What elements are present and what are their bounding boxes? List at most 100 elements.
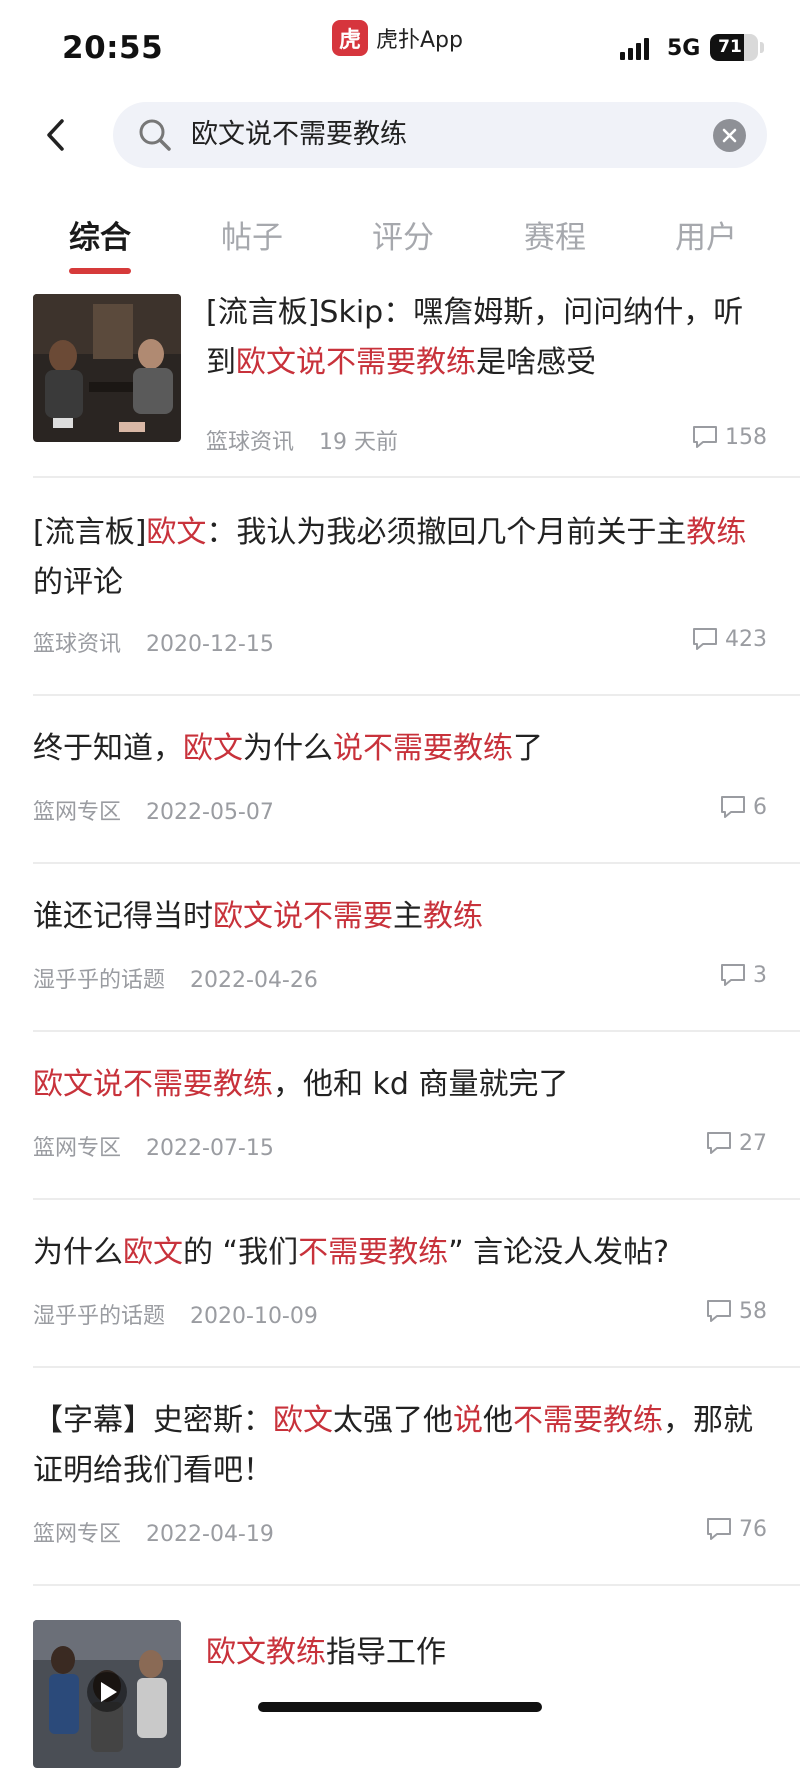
app-indicator: 虎 虎扑App <box>332 18 463 58</box>
result-source: 篮网专区 <box>33 800 122 825</box>
result-item[interactable]: 终于知道，欧文为什么说不需要教练了 篮网专区 2022-05-07 6 <box>33 694 800 864</box>
result-item[interactable]: 谁还记得当时欧文说不需要主教练 湿乎乎的话题 2022-04-26 3 <box>33 862 800 1032</box>
comment-count: 423 <box>691 626 767 652</box>
result-title: 为什么欧文的 “我们不需要教练” 言论没人发帖? <box>33 1228 753 1278</box>
result-date: 2022-04-19 <box>146 1522 274 1547</box>
battery-tip <box>760 42 764 53</box>
title-highlight: 欧文 <box>123 1235 183 1270</box>
result-source: 篮网专区 <box>33 1522 122 1547</box>
back-button[interactable] <box>36 110 76 160</box>
comment-icon <box>707 1518 731 1540</box>
app-name: 虎扑App <box>376 28 463 53</box>
result-meta: 篮网专区 2022-04-19 <box>33 1516 274 1548</box>
title-highlight: 不需要教练 <box>513 1403 663 1438</box>
comment-count-value: 158 <box>725 424 767 450</box>
comment-icon <box>707 1300 731 1322</box>
comment-count: 58 <box>705 1298 767 1324</box>
title-highlight: 欧文 <box>183 731 243 766</box>
title-text: 终于知道， <box>33 731 183 766</box>
title-text: 太强了他 <box>333 1403 453 1438</box>
title-text: 【字幕】史密斯： <box>33 1403 273 1438</box>
result-thumbnail <box>33 294 181 442</box>
result-title: 欧文说不需要教练，他和 kd 商量就完了 <box>33 1060 753 1110</box>
result-tabs: 综合 帖子 评分 赛程 用户 <box>0 196 800 280</box>
title-highlight: 欧文 <box>146 515 207 550</box>
result-title: 【字幕】史密斯：欧文太强了他说他不需要教练，那就证明给我们看吧！ <box>33 1396 763 1496</box>
title-highlight: 欧文说不需要教练 <box>236 345 476 380</box>
title-highlight: 欧文说不需要教练 <box>33 1067 273 1102</box>
title-text: 他 <box>483 1403 513 1438</box>
status-bar: 20:55 虎 虎扑App 5G 71 <box>0 0 800 92</box>
title-highlight: 不需要教练 <box>298 1235 449 1270</box>
result-date: 2022-04-26 <box>190 968 318 993</box>
title-highlight: 欧文教练 <box>206 1635 326 1670</box>
comment-count: 76 <box>705 1516 767 1542</box>
result-date: 2022-05-07 <box>146 800 274 825</box>
comment-icon <box>721 964 745 986</box>
tab-ratings[interactable]: 评分 <box>343 212 463 257</box>
comment-icon <box>707 1132 731 1154</box>
search-bar[interactable]: 欧文说不需要教练 <box>113 102 767 168</box>
comment-icon <box>693 426 717 448</box>
result-item[interactable]: [流言板]欧文：我认为我必须撤回几个月前关于主教练的评论 篮球资讯 2020-1… <box>33 476 800 696</box>
title-highlight: 说不需要教练 <box>333 731 513 766</box>
result-date: 2020-10-09 <box>190 1304 318 1329</box>
result-title: 终于知道，欧文为什么说不需要教练了 <box>33 724 753 774</box>
result-title: [流言板]欧文：我认为我必须撤回几个月前关于主教练的评论 <box>33 508 753 608</box>
comment-icon <box>693 628 717 650</box>
status-time: 20:55 <box>62 30 164 66</box>
tab-posts[interactable]: 帖子 <box>192 212 312 257</box>
comment-count: 27 <box>705 1130 767 1156</box>
tab-users[interactable]: 用户 <box>646 212 766 257</box>
title-text: 的 “我们 <box>183 1235 299 1270</box>
active-tab-indicator <box>69 268 131 274</box>
comment-count-value: 423 <box>725 626 767 652</box>
result-date: 2022-07-15 <box>146 1136 274 1161</box>
title-text: 为什么 <box>243 731 333 766</box>
clear-icon <box>722 128 737 143</box>
result-date: 2020-12-15 <box>146 632 274 657</box>
chevron-left-icon <box>47 119 64 151</box>
search-input[interactable]: 欧文说不需要教练 <box>191 102 407 168</box>
battery-icon: 71 <box>710 34 758 61</box>
comment-count: 158 <box>691 424 767 450</box>
title-highlight: 欧文 <box>273 1403 333 1438</box>
title-text: 指导工作 <box>326 1635 446 1670</box>
result-meta: 篮网专区 2022-07-15 <box>33 1130 274 1162</box>
photo-thumbnail-image <box>33 294 181 442</box>
result-meta: 篮网专区 2022-05-07 <box>33 794 274 826</box>
title-text: [流言板] <box>33 515 147 550</box>
comment-icon <box>721 796 745 818</box>
title-text: ，他和 kd 商量就完了 <box>273 1067 569 1102</box>
result-source: 湿乎乎的话题 <box>33 1304 166 1329</box>
result-item[interactable]: 【字幕】史密斯：欧文太强了他说他不需要教练，那就证明给我们看吧！ 篮网专区 20… <box>33 1366 800 1586</box>
result-meta: 湿乎乎的话题 2020-10-09 <box>33 1298 318 1330</box>
tab-all[interactable]: 综合 <box>40 212 160 257</box>
signal-icon <box>620 36 649 60</box>
comment-count-value: 58 <box>739 1298 767 1324</box>
result-item[interactable]: [流言板]Skip：嘿詹姆斯，问问纳什，听到欧文说不需要教练是啥感受 篮球资讯 … <box>33 294 800 478</box>
title-text: 的评论 <box>33 565 123 600</box>
result-item[interactable]: 为什么欧文的 “我们不需要教练” 言论没人发帖? 湿乎乎的话题 2020-10-… <box>33 1198 800 1368</box>
title-highlight: 说 <box>453 1403 483 1438</box>
result-source: 篮球资讯 <box>33 632 122 657</box>
title-text: 是啥感受 <box>476 345 596 380</box>
result-meta: 湿乎乎的话题 2022-04-26 <box>33 962 318 994</box>
home-indicator[interactable] <box>258 1702 542 1712</box>
result-source: 篮球资讯 <box>206 430 295 455</box>
result-source: 篮网专区 <box>33 1136 122 1161</box>
search-header: 欧文说不需要教练 <box>0 92 800 178</box>
clear-button[interactable] <box>713 119 746 152</box>
result-item[interactable]: 欧文说不需要教练，他和 kd 商量就完了 篮网专区 2022-07-15 27 <box>33 1030 800 1200</box>
tab-schedule[interactable]: 赛程 <box>495 212 615 257</box>
network-type: 5G <box>667 36 701 61</box>
result-meta: 篮球资讯 2020-12-15 <box>33 626 274 658</box>
title-text: ” 言论没人发帖? <box>448 1235 670 1270</box>
title-highlight: 教练 <box>423 899 483 934</box>
battery-percent: 71 <box>718 37 742 57</box>
title-text: ：我认为我必须撤回几个月前关于主 <box>206 515 687 550</box>
title-text: 为什么 <box>33 1235 123 1270</box>
search-icon <box>139 119 171 151</box>
title-text: 了 <box>513 731 543 766</box>
comment-count: 3 <box>719 962 767 988</box>
